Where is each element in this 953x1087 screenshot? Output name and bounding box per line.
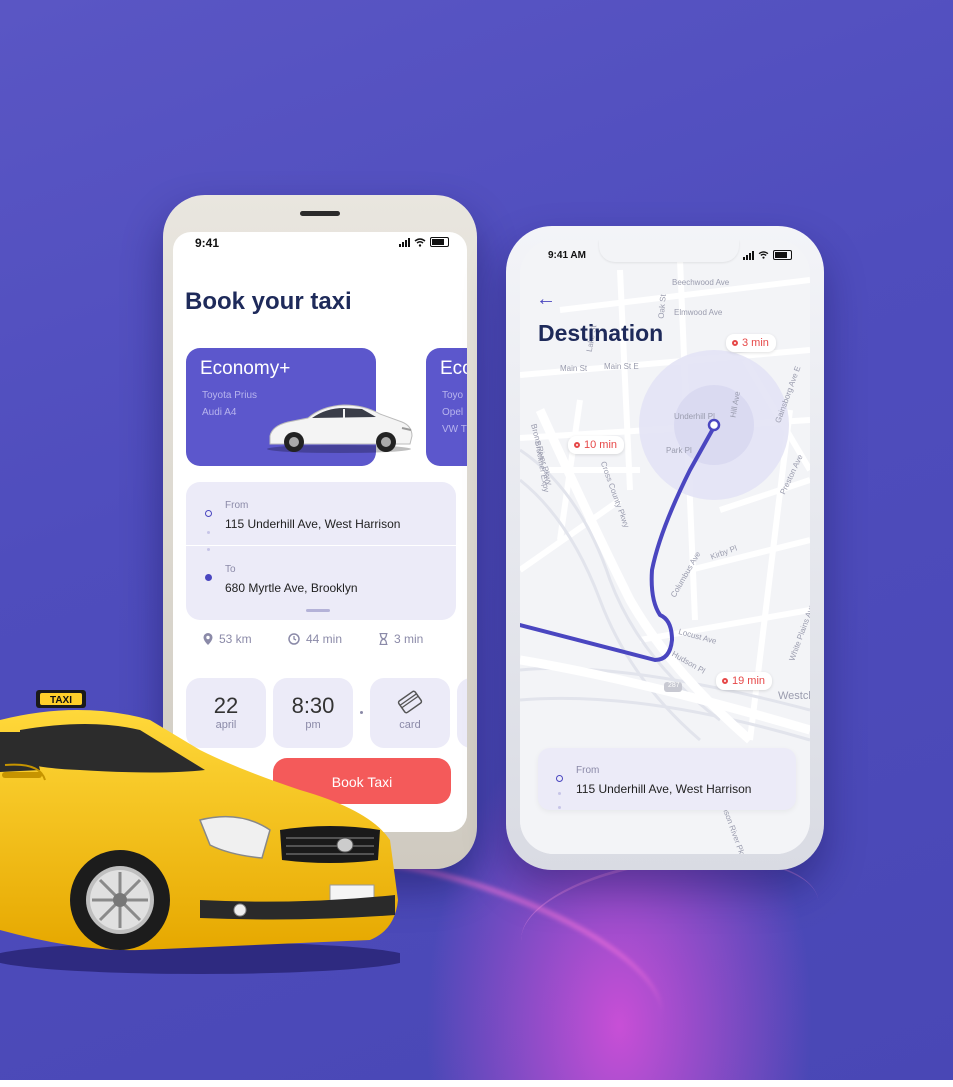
tile-partial [457,678,467,748]
card-icon [397,690,423,714]
car-model: Opel [442,407,464,418]
car-option-economy-plus[interactable]: Economy+ Toyota Prius Audi A4 [186,348,413,466]
street-label: Underhill Pl [674,412,715,421]
car-model: Audi A4 [202,407,237,418]
status-icons [743,250,792,260]
taxi-sign-text: TAXI [50,695,72,706]
car-model: Toyo [442,390,464,401]
street-label: Westch [778,690,810,702]
to-label: To [225,564,236,575]
drag-handle[interactable] [306,609,330,612]
status-icons [399,237,449,247]
wait-value: 3 min [394,632,424,646]
wait-stat: 3 min [379,632,423,646]
divider [186,545,456,546]
signal-icon [743,250,754,260]
time-pill[interactable]: 19 min [716,672,773,690]
from-label: From [225,500,249,511]
location-dot-icon [722,678,728,684]
to-address[interactable]: 680 Myrtle Ave, Brooklyn [225,581,358,595]
taxi-car-image: TAXI [0,690,400,974]
from-dot-icon [205,510,212,517]
location-dot-icon [574,442,580,448]
from-address[interactable]: 115 Underhill Ave, West Harrison [225,517,400,531]
time-pill-label: 10 min [584,439,618,451]
route-dot [207,548,210,551]
street-label: Beechwood Ave [672,278,730,287]
route-dot [207,531,210,534]
duration-value: 44 min [306,632,343,646]
clock-icon [288,633,300,645]
from-address: 115 Underhill Ave, West Harrison [576,782,752,796]
street-label: Main St [560,364,588,373]
car-model: Toyota Prius [202,390,258,401]
time-pill-label: 19 min [732,675,766,687]
signal-icon [399,237,410,247]
location-dot-icon [732,340,738,346]
highway-shield: 287 [668,682,680,689]
street-label: Main St E [604,362,639,371]
wifi-icon [414,237,426,247]
hourglass-icon [379,633,388,645]
car-image [267,404,413,453]
car-option-eco[interactable]: Eco Toyo Opel VW T [426,348,467,466]
phone-destination: Beechwood Ave Elmwood Ave Main St Main S… [506,226,824,870]
wifi-icon [758,251,769,259]
route-dot [558,792,561,795]
route-card: From 115 Underhill Ave, West Harrison To… [186,482,456,620]
distance-stat: 53 km [203,632,252,646]
phone-speaker [300,211,340,216]
notch [599,240,739,262]
location-pin-icon [203,633,213,645]
to-dot-icon [205,574,212,581]
destination-screen: Beechwood Ave Elmwood Ave Main St Main S… [520,240,810,854]
street-label: Park Pl [666,446,692,455]
duration-stat: 44 min [288,632,342,646]
street-label: Elmwood Ave [674,308,723,317]
battery-icon [430,237,449,247]
from-label: From [576,765,600,776]
distance-value: 53 km [219,632,252,646]
time-pill[interactable]: 10 min [568,436,625,454]
car-option-name: Eco [440,358,467,379]
status-time: 9:41 [195,236,220,250]
battery-icon [773,250,792,260]
route-dot [558,806,561,809]
back-arrow-icon[interactable]: ← [536,288,556,311]
time-pill[interactable]: 3 min [726,334,776,352]
page-title: Book your taxi [185,288,352,315]
car-model: VW T [442,424,467,435]
status-time: 9:41 AM [548,250,586,261]
from-card[interactable]: From 115 Underhill Ave, West Harrison [538,748,796,810]
from-dot-icon [556,775,563,782]
car-option-name: Economy+ [200,358,291,379]
time-pill-label: 3 min [742,337,769,349]
page-title: Destination [538,320,664,346]
